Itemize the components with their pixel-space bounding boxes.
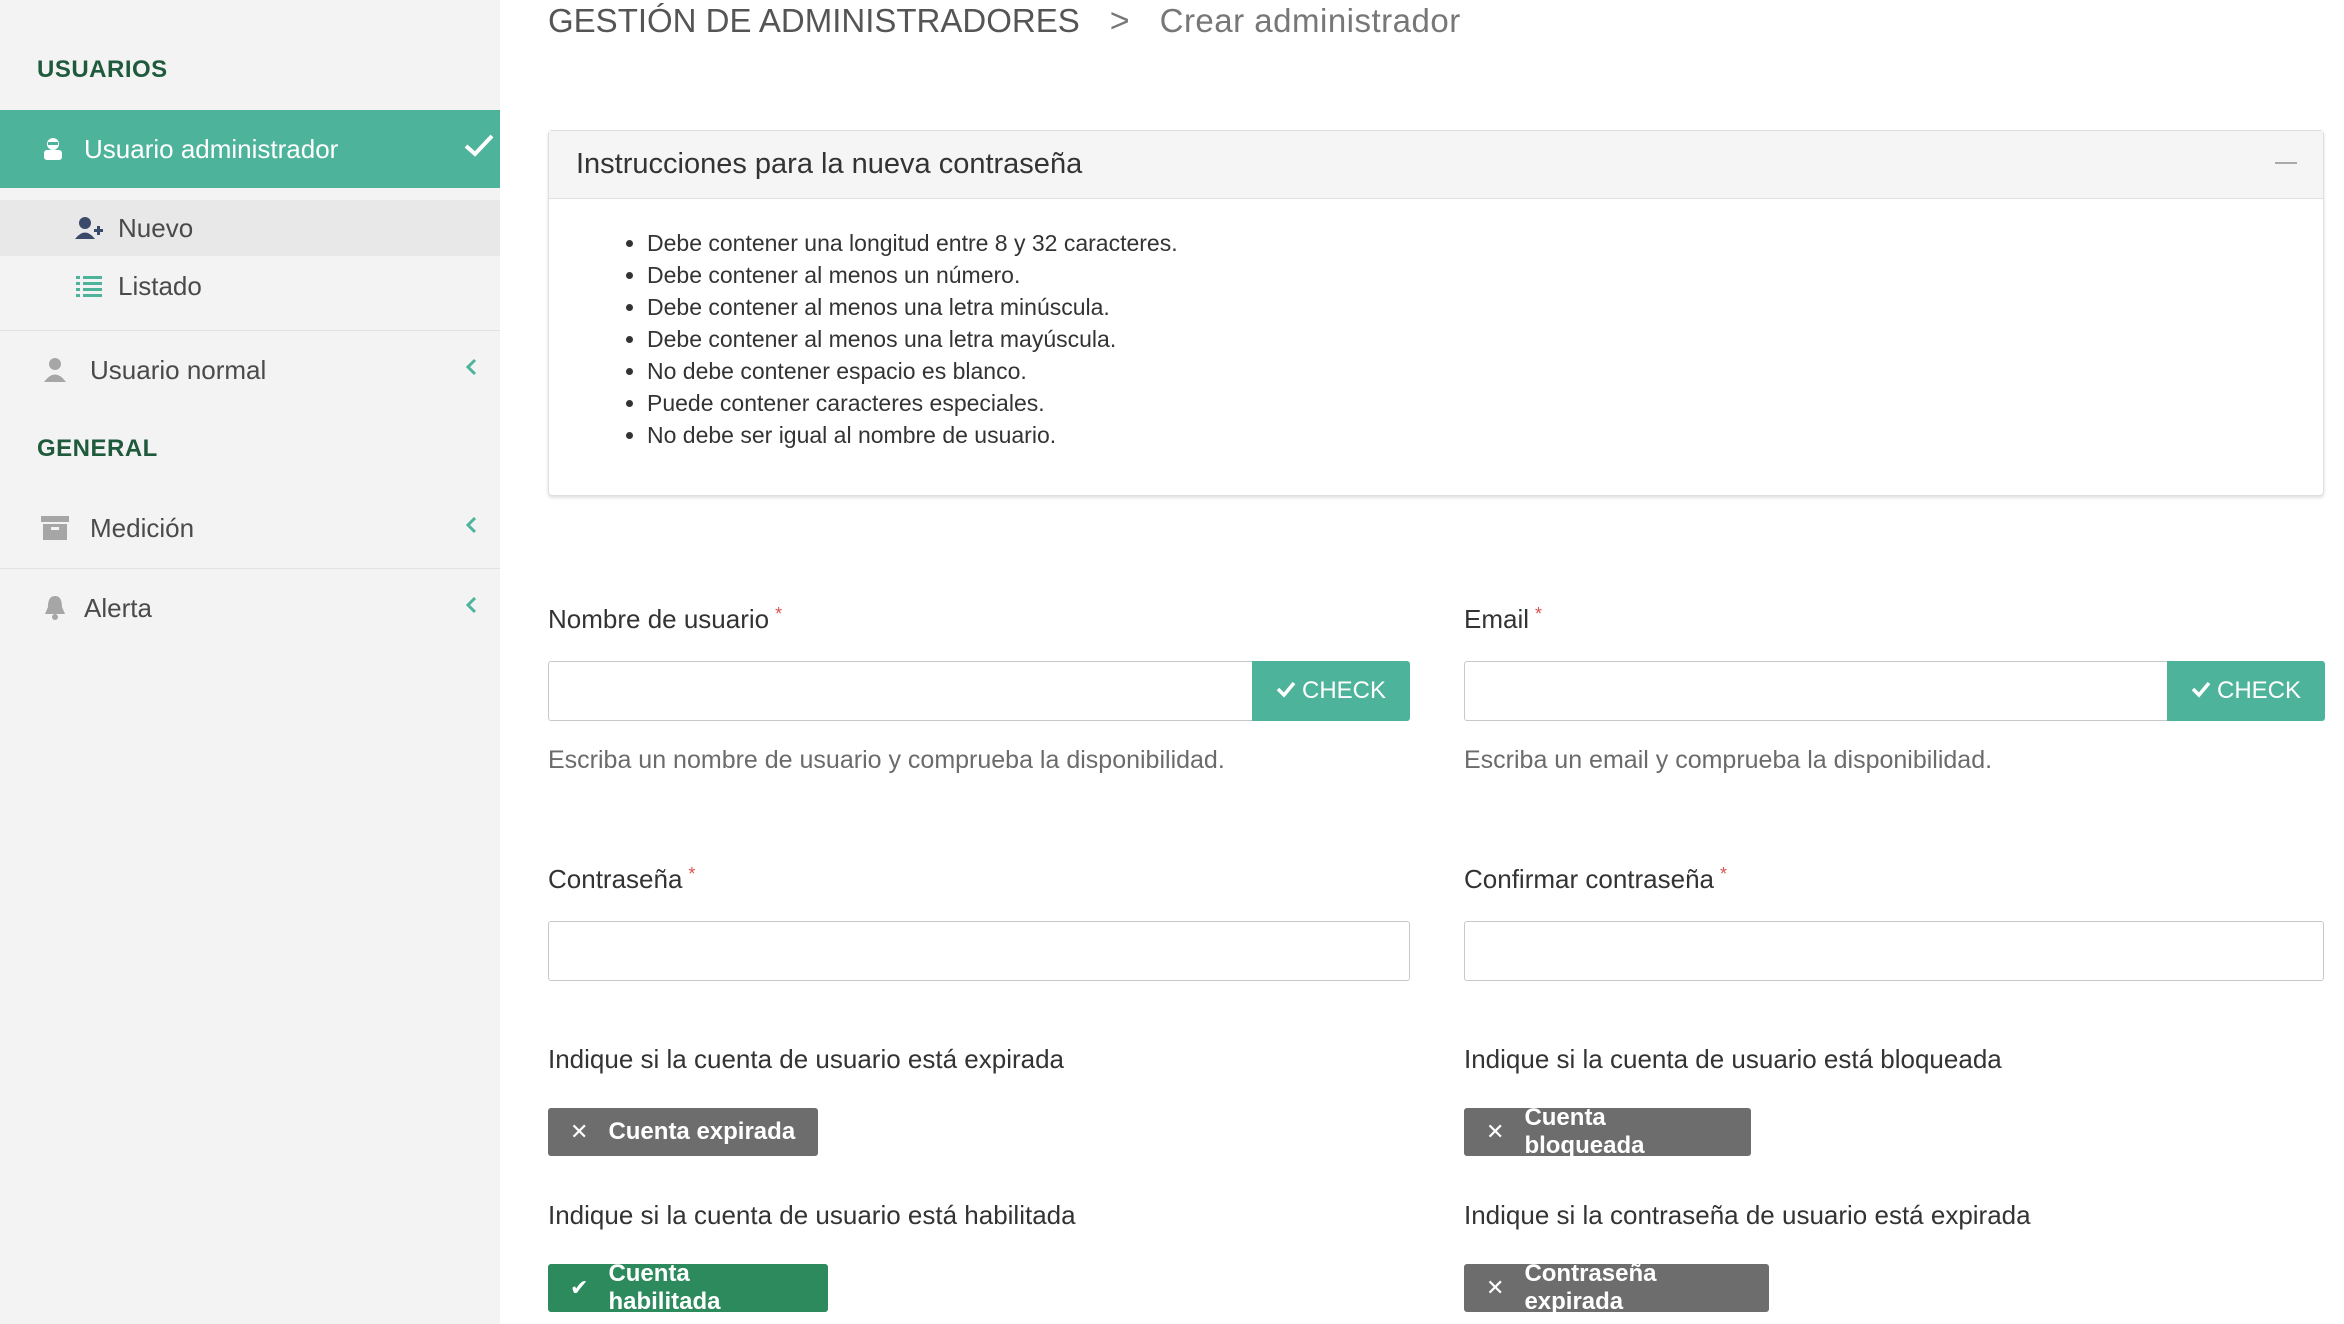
sidebar-item-label: Usuario administrador <box>84 133 339 164</box>
check-icon <box>2191 677 2211 705</box>
account-expired-toggle[interactable]: ✕ Cuenta expirada <box>548 1108 818 1156</box>
toggle-label: Cuenta habilitada <box>608 1260 721 1315</box>
required-mark: * <box>775 604 783 624</box>
list-item: No debe ser igual al nombre de usuario. <box>647 419 1178 451</box>
instructions-panel: Instrucciones para la nueva contraseña D… <box>548 130 2324 496</box>
account-enabled-toggle[interactable]: ✔ Cuenta habilitada <box>548 1260 828 1315</box>
sidebar-item-usuario-administrador[interactable]: Usuario administrador <box>0 110 500 188</box>
close-icon: ✕ <box>570 1119 589 1144</box>
password-expired-question: Indique si la contraseña de usuario está… <box>1464 1200 2031 1230</box>
sidebar-subitem-nuevo[interactable]: Nuevo <box>0 200 500 256</box>
email-label-text: Email <box>1464 604 1530 634</box>
locked-question: Indique si la cuenta de usuario está blo… <box>1464 1044 2002 1074</box>
sidebar-subitem-listado[interactable]: Listado <box>0 258 500 314</box>
section-usuarios-heading: USUARIOS <box>37 56 168 83</box>
sidebar-divider <box>0 568 500 569</box>
breadcrumb-current: Crear administrador <box>1159 2 1461 39</box>
email-input[interactable] <box>1464 661 2170 721</box>
list-item: Debe contener al menos una letra minúscu… <box>647 291 1178 323</box>
sidebar-item-usuario-normal[interactable]: Usuario normal <box>0 345 500 395</box>
user-secret-icon <box>38 134 68 164</box>
password-label: Contraseña * <box>548 864 695 895</box>
instructions-list: Debe contener una longitud entre 8 y 32 … <box>647 227 1178 451</box>
breadcrumb: GESTIÓN DE ADMINISTRADORES > Crear admin… <box>548 0 1461 42</box>
section-general-heading: GENERAL <box>37 435 158 462</box>
required-mark: * <box>1720 864 1728 884</box>
sidebar-item-alerta[interactable]: Alerta <box>0 583 500 633</box>
panel-title: Instrucciones para la nueva contraseña <box>549 131 2323 199</box>
sidebar-subitem-label: Nuevo <box>118 212 194 243</box>
toggle-label: Cuenta expirada <box>608 1118 796 1145</box>
check-label: CHECK <box>2216 677 2301 704</box>
chevron-left-icon <box>464 594 478 622</box>
list-item: Debe contener una longitud entre 8 y 32 … <box>647 227 1178 259</box>
breadcrumb-separator: > <box>1109 1 1130 40</box>
email-help: Escriba un email y comprueba la disponib… <box>1464 746 1993 774</box>
collapse-icon[interactable] <box>2275 162 2297 164</box>
close-icon: ✕ <box>1486 1275 1505 1300</box>
list-item: Puede contener caracteres especiales. <box>647 387 1178 419</box>
chevron-left-icon <box>464 356 478 384</box>
password-input[interactable] <box>548 921 1410 981</box>
sidebar-item-label: Usuario normal <box>90 354 267 385</box>
sidebar-subitem-label: Listado <box>118 270 202 301</box>
email-label: Email * <box>1464 604 1542 635</box>
user-plus-icon <box>74 213 104 243</box>
sidebar-item-label: Medición <box>90 512 195 543</box>
breadcrumb-root[interactable]: GESTIÓN DE ADMINISTRADORES <box>548 2 1080 40</box>
list-item: Debe contener al menos un número. <box>647 259 1178 291</box>
toggle-label: Cuenta bloqueada <box>1524 1104 1645 1159</box>
check-username-button[interactable]: CHECK <box>1252 661 1410 721</box>
confirm-password-input[interactable] <box>1464 921 2324 981</box>
list-item: Debe contener al menos una letra mayúscu… <box>647 323 1178 355</box>
user-icon <box>40 355 70 385</box>
sidebar-item-medicion[interactable]: Medición <box>0 503 500 553</box>
enabled-question: Indique si la cuenta de usuario está hab… <box>548 1200 1076 1230</box>
check-icon: ✔ <box>570 1275 589 1300</box>
sidebar: USUARIOS Usuario administrador Nuevo Lis… <box>0 0 500 1324</box>
bell-icon <box>40 593 70 623</box>
main-content: GESTIÓN DE ADMINISTRADORES > Crear admin… <box>500 0 2344 1324</box>
chevron-left-icon <box>464 514 478 542</box>
username-label-text: Nombre de usuario <box>548 604 770 634</box>
check-icon <box>1276 677 1296 705</box>
account-locked-toggle[interactable]: ✕ Cuenta bloqueada <box>1464 1104 1751 1159</box>
sidebar-item-label: Alerta <box>84 592 152 623</box>
toggle-label: Contraseña expirada <box>1524 1260 1657 1315</box>
required-mark: * <box>688 864 696 884</box>
expired-question: Indique si la cuenta de usuario está exp… <box>548 1044 1065 1074</box>
check-icon <box>462 128 496 169</box>
check-email-button[interactable]: CHECK <box>2167 661 2325 721</box>
sidebar-divider <box>0 330 500 331</box>
close-icon: ✕ <box>1486 1119 1505 1144</box>
password-label-text: Contraseña <box>548 864 683 894</box>
list-icon <box>74 271 104 301</box>
check-label: CHECK <box>1301 677 1386 704</box>
password-expired-toggle[interactable]: ✕ Contraseña expirada <box>1464 1260 1769 1315</box>
confirm-password-label-text: Confirmar contraseña <box>1464 864 1714 894</box>
username-label: Nombre de usuario * <box>548 604 782 635</box>
archive-icon <box>40 513 70 543</box>
username-input[interactable] <box>548 661 1254 721</box>
required-mark: * <box>1535 604 1543 624</box>
username-help: Escriba un nombre de usuario y comprueba… <box>548 746 1225 774</box>
confirm-password-label: Confirmar contraseña * <box>1464 864 1727 895</box>
list-item: No debe contener espacio es blanco. <box>647 355 1178 387</box>
